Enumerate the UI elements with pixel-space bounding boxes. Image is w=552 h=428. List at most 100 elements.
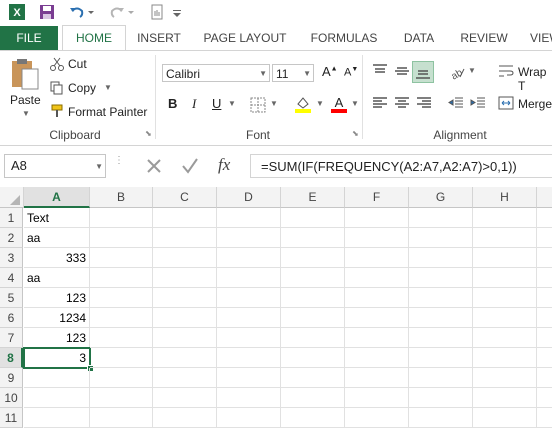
grid-cell[interactable] — [90, 268, 153, 288]
cell-a10[interactable] — [24, 388, 90, 408]
cell-a3[interactable]: 333 — [24, 248, 90, 268]
cell-a8[interactable]: 3 — [23, 347, 91, 369]
format-painter-icon[interactable] — [50, 104, 64, 118]
tab-view[interactable]: VIEW — [524, 26, 552, 50]
grid-cell[interactable] — [281, 388, 345, 408]
grid-cell[interactable] — [537, 308, 552, 328]
grid-cell[interactable] — [153, 208, 217, 228]
column-header-i[interactable] — [537, 187, 552, 208]
name-box[interactable]: A8 ▼ — [4, 154, 106, 178]
row-header-2[interactable]: 2 — [0, 228, 23, 248]
column-header-h[interactable]: H — [473, 187, 537, 208]
grid-cell[interactable] — [281, 408, 345, 428]
grid-cell[interactable] — [409, 288, 473, 308]
align-right-icon[interactable] — [416, 95, 432, 111]
paste-button[interactable]: Paste — [10, 93, 41, 107]
cell-a6[interactable]: 1234 — [24, 308, 90, 328]
undo-icon[interactable] — [68, 3, 86, 21]
row-header-9[interactable]: 9 — [0, 368, 23, 388]
grid-cell[interactable] — [473, 388, 537, 408]
grid-cell[interactable] — [153, 228, 217, 248]
borders-icon[interactable] — [250, 97, 266, 113]
font-name-dropdown-icon[interactable]: ▼ — [259, 65, 267, 83]
row-header-6[interactable]: 6 — [0, 308, 23, 328]
italic-button[interactable]: I — [192, 96, 196, 112]
grid-cell[interactable] — [409, 308, 473, 328]
grid-cell[interactable] — [473, 328, 537, 348]
worksheet-grid[interactable]: A B C D E F G H 1 2 3 4 5 6 7 8 9 10 11 … — [0, 187, 552, 428]
undo-dropdown-icon[interactable] — [86, 3, 96, 21]
borders-dropdown-icon[interactable]: ▼ — [270, 99, 278, 108]
grid-cell[interactable] — [537, 348, 552, 368]
merge-button[interactable]: Merge — [518, 97, 552, 111]
grid-cell[interactable] — [153, 268, 217, 288]
middle-align-icon[interactable] — [394, 63, 410, 79]
grid-cell[interactable] — [473, 368, 537, 388]
cell-a1[interactable]: Text — [24, 208, 90, 228]
increase-indent-icon[interactable] — [470, 95, 486, 111]
tab-formulas[interactable]: FORMULAS — [302, 26, 386, 50]
align-center-icon[interactable] — [394, 95, 410, 111]
grid-cell[interactable] — [473, 308, 537, 328]
grid-cell[interactable] — [217, 228, 281, 248]
grid-cell[interactable] — [537, 408, 552, 428]
cell-a9[interactable] — [24, 368, 90, 388]
grid-cell[interactable] — [217, 328, 281, 348]
formula-input[interactable]: =SUM(IF(FREQUENCY(A2:A7,A2:A7)>0,1)) — [250, 154, 552, 178]
tab-insert[interactable]: INSERT — [130, 26, 188, 50]
grid-cell[interactable] — [90, 228, 153, 248]
grid-cell[interactable] — [217, 288, 281, 308]
row-header-4[interactable]: 4 — [0, 268, 23, 288]
grid-cell[interactable] — [217, 388, 281, 408]
cancel-icon[interactable] — [144, 156, 164, 176]
format-painter-button[interactable]: Format Painter — [68, 105, 147, 119]
grid-cell[interactable] — [217, 308, 281, 328]
cut-button[interactable]: Cut — [68, 57, 87, 71]
row-header-8[interactable]: 8 — [0, 348, 23, 368]
orientation-dropdown-icon[interactable]: ▼ — [468, 66, 476, 75]
grid-cell[interactable] — [345, 288, 409, 308]
decrease-indent-icon[interactable] — [448, 95, 464, 111]
grid-cell[interactable] — [281, 368, 345, 388]
merge-icon[interactable] — [498, 95, 514, 111]
grid-cell[interactable] — [473, 228, 537, 248]
grid-cell[interactable] — [217, 368, 281, 388]
column-header-g[interactable]: G — [409, 187, 473, 208]
font-size-dropdown-icon[interactable]: ▼ — [303, 65, 311, 83]
grid-cell[interactable] — [473, 268, 537, 288]
grid-cell[interactable] — [537, 268, 552, 288]
grid-cell[interactable] — [217, 348, 281, 368]
increase-font-icon[interactable]: A▲ — [322, 64, 338, 79]
grid-cell[interactable] — [90, 328, 153, 348]
grid-cell[interactable] — [409, 228, 473, 248]
cell-a7[interactable]: 123 — [24, 328, 90, 348]
row-header-7[interactable]: 7 — [0, 328, 23, 348]
font-name-box[interactable]: Calibri ▼ — [162, 64, 270, 82]
column-header-d[interactable]: D — [217, 187, 281, 208]
grid-cell[interactable] — [153, 388, 217, 408]
grid-cell[interactable] — [90, 288, 153, 308]
copy-dropdown-icon[interactable]: ▼ — [104, 83, 112, 92]
grid-cell[interactable] — [281, 328, 345, 348]
cell-a4[interactable]: aa — [24, 268, 90, 288]
grid-cell[interactable] — [409, 268, 473, 288]
grid-cell[interactable] — [281, 308, 345, 328]
grid-cell[interactable] — [90, 248, 153, 268]
wrap-text-icon[interactable] — [498, 63, 514, 79]
grid-cell[interactable] — [537, 208, 552, 228]
grid-cell[interactable] — [409, 388, 473, 408]
grid-cell[interactable] — [90, 388, 153, 408]
insert-function-button[interactable]: fx — [218, 155, 230, 175]
bottom-align-icon[interactable] — [412, 61, 434, 83]
top-align-icon[interactable] — [372, 63, 388, 79]
grid-cell[interactable] — [409, 408, 473, 428]
customize-icon[interactable] — [172, 3, 182, 21]
grid-cell[interactable] — [345, 388, 409, 408]
font-launcher-icon[interactable]: ⬊ — [352, 129, 359, 138]
grid-cell[interactable] — [537, 328, 552, 348]
grid-cell[interactable] — [537, 288, 552, 308]
column-header-b[interactable]: B — [90, 187, 153, 208]
grid-cell[interactable] — [281, 228, 345, 248]
enter-icon[interactable] — [180, 156, 200, 176]
grid-cell[interactable] — [345, 268, 409, 288]
